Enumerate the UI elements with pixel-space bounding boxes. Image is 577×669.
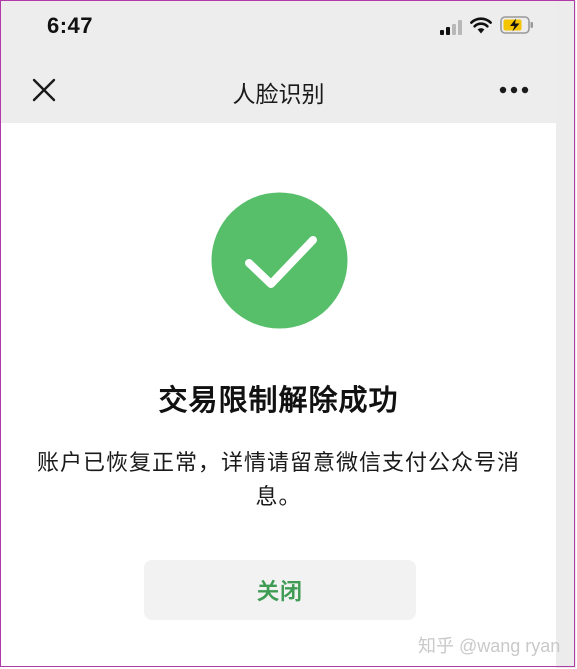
wifi-icon bbox=[470, 16, 492, 38]
result-title: 交易限制解除成功 bbox=[158, 383, 399, 417]
close-button[interactable]: 关闭 bbox=[144, 560, 416, 620]
cellular-signal-icon bbox=[440, 19, 462, 35]
success-check-icon bbox=[211, 192, 348, 329]
navigation-bar: 人脸识别 bbox=[1, 55, 556, 123]
watermark: 知乎 @wang ryan bbox=[418, 636, 561, 656]
status-time: 6:47 bbox=[47, 13, 94, 38]
right-gutter bbox=[556, 1, 576, 668]
status-bar: 6:47 bbox=[1, 1, 556, 55]
result-description: 账户已恢复正常，详情请留意微信支付公众号消息。 bbox=[36, 451, 520, 510]
page-title: 人脸识别 bbox=[232, 82, 325, 108]
battery-charging-icon bbox=[500, 16, 534, 38]
status-icons bbox=[440, 16, 534, 38]
more-icon[interactable] bbox=[498, 75, 530, 105]
phone-screen: 6:47 人脸识别 交易限制解除成功 账户已恢复正常，详情请留意微信支付公众号消… bbox=[1, 1, 556, 668]
